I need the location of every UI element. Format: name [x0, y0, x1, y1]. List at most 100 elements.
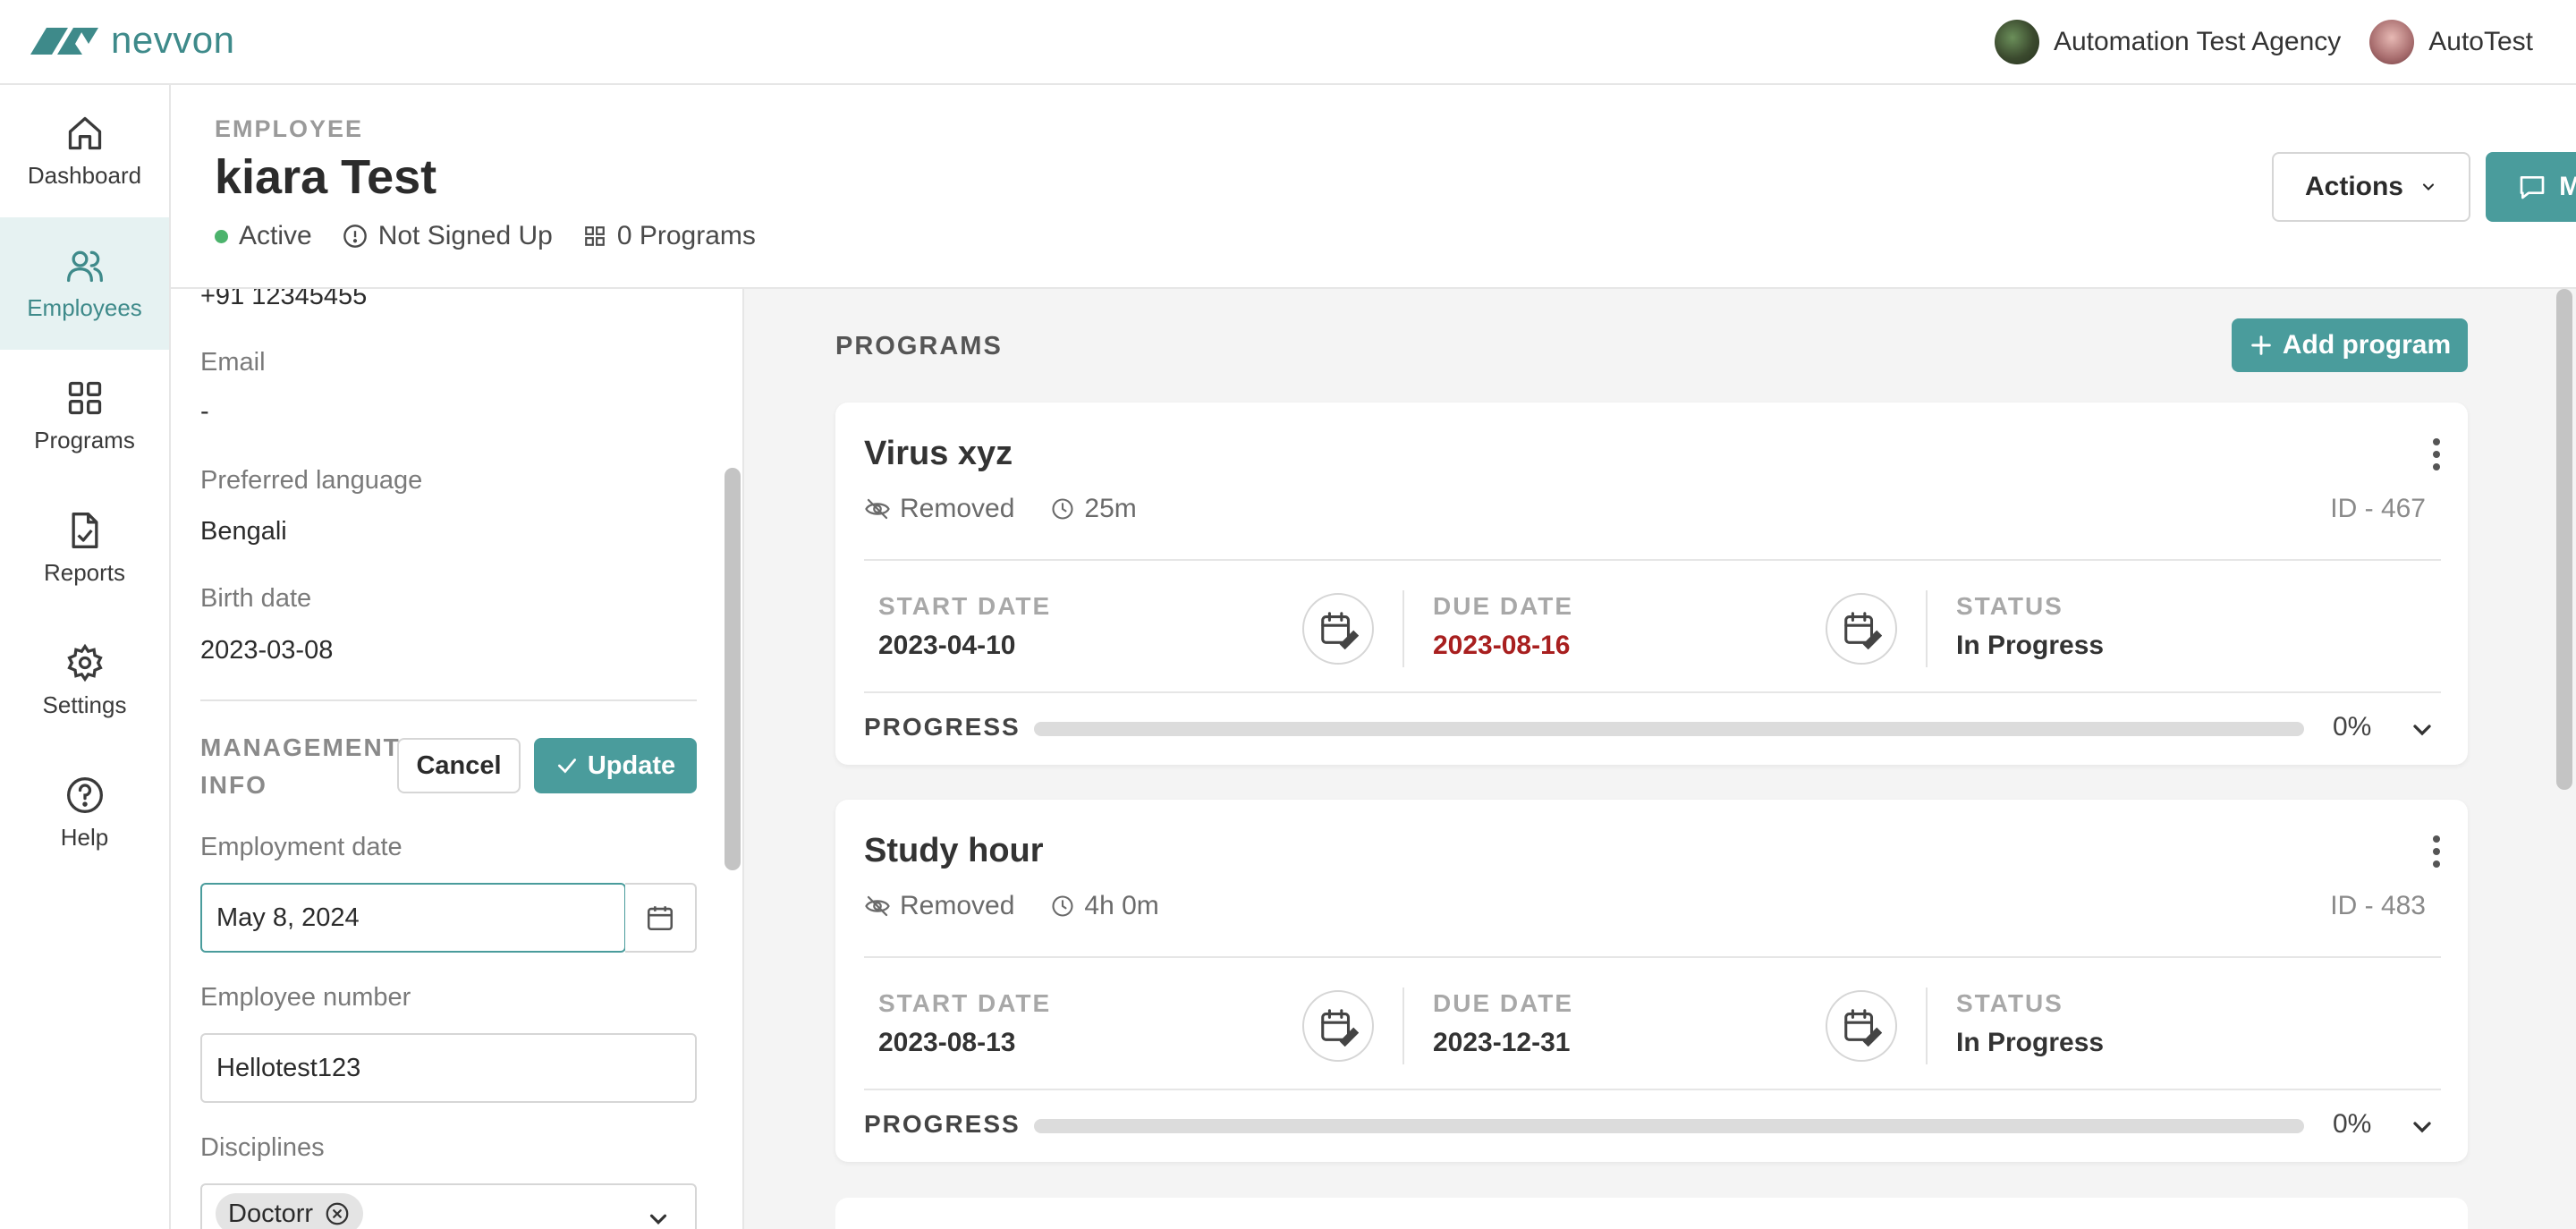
date-divider [1926, 590, 1928, 667]
programs-count-text: 0 Programs [616, 221, 756, 250]
plus-icon [2251, 335, 2271, 355]
report-icon [72, 512, 97, 548]
programs-title: PROGRAMS [835, 332, 1003, 360]
clock-icon [1052, 498, 1073, 520]
program-card: Virus xyz Removed 25m ID - 467 START DAT… [835, 403, 2468, 765]
sidebar-item-label: Help [60, 823, 109, 851]
clock-icon [1052, 895, 1073, 917]
remove-tag-icon[interactable] [324, 1200, 351, 1227]
cancel-label: Cancel [416, 750, 502, 780]
calendar-edit-icon [1844, 612, 1882, 649]
sidebar-item-programs[interactable]: Programs [0, 350, 169, 482]
program-id: ID - 483 [2330, 891, 2426, 920]
organization-name: Automation Test Agency [2053, 27, 2342, 56]
visibility-text: Removed [900, 494, 1015, 523]
employee-number-label: Employee number [200, 983, 411, 1012]
programs-scrollbar[interactable] [2556, 289, 2572, 790]
employment-date-label: Employment date [200, 833, 402, 861]
program-id: ID - 467 [2330, 494, 2426, 523]
card-divider [864, 559, 2441, 561]
employee-caption: EMPLOYEE [215, 115, 364, 142]
logo-text: nevvon [111, 19, 235, 61]
user-name: AutoTest [2428, 27, 2533, 56]
employment-date-picker-button[interactable] [625, 883, 697, 953]
update-label: Update [587, 750, 676, 780]
sidebar-item-employees[interactable]: Employees [0, 217, 169, 350]
program-duration: 25m [1050, 494, 1137, 524]
message-button[interactable]: Message [2486, 152, 2576, 222]
phone-value: +91 12345455 [200, 289, 368, 310]
sidebar-item-label: Reports [43, 558, 126, 586]
employee-status: Active [215, 221, 312, 251]
progress-label: PROGRESS [864, 713, 1021, 741]
calendar-icon [647, 906, 674, 931]
progress-percent: 0% [2333, 1109, 2372, 1139]
chevron-down-icon [2422, 183, 2435, 191]
date-divider [1926, 987, 1928, 1064]
programs-count: 0 Programs [583, 221, 756, 251]
status-label: STATUS [1956, 592, 2063, 620]
program-title: Virus xyz [864, 435, 1013, 472]
sidebar-item-dashboard[interactable]: Dashboard [0, 85, 169, 217]
sidebar-item-label: Settings [42, 691, 127, 718]
employee-name: kiara Test [215, 150, 437, 204]
sidebar: Dashboard Employees Programs Reports Set… [0, 85, 171, 1229]
start-date-value: 2023-08-13 [878, 1028, 1016, 1057]
calendar-edit-icon [1844, 1009, 1882, 1047]
info-icon [343, 225, 367, 248]
program-duration: 4h 0m [1050, 891, 1159, 921]
calendar-edit-icon [1321, 1009, 1359, 1047]
duration-text: 4h 0m [1084, 891, 1159, 920]
due-date-label: DUE DATE [1433, 592, 1574, 620]
program-more-options-icon[interactable] [2423, 832, 2450, 871]
gear-icon [66, 643, 103, 682]
program-more-options-icon[interactable] [2423, 435, 2450, 474]
expand-chevron-icon[interactable] [2408, 1113, 2436, 1141]
actions-dropdown-button[interactable]: Actions [2272, 152, 2470, 222]
progress-percent: 0% [2333, 712, 2372, 742]
start-date-value: 2023-04-10 [878, 631, 1016, 660]
grid-icon [584, 226, 605, 246]
add-program-button[interactable]: Add program [2232, 318, 2468, 372]
program-visibility: Removed [864, 891, 1014, 921]
discipline-tag-label: Doctorr [228, 1199, 314, 1228]
chevron-down-icon[interactable] [645, 1206, 672, 1229]
employee-number-input[interactable]: Hellotest123 [200, 1033, 697, 1103]
cancel-button[interactable]: Cancel [397, 738, 521, 793]
signup-status-text: Not Signed Up [377, 221, 553, 250]
program-card: Study hour Removed 4h 0m ID - 483 START … [835, 800, 2468, 1162]
status-value: In Progress [1956, 1028, 2105, 1057]
email-value: - [200, 397, 209, 426]
status-label: STATUS [1956, 989, 2063, 1017]
eye-off-icon [865, 498, 890, 520]
nevvon-logo[interactable]: nevvon [27, 19, 235, 61]
update-button[interactable]: Update [534, 738, 697, 793]
card-divider [864, 691, 2441, 693]
sidebar-item-help[interactable]: Help [0, 747, 169, 879]
active-dot-icon [215, 229, 228, 243]
edit-start-date-button[interactable] [1302, 593, 1374, 665]
due-date-value: 2023-12-31 [1433, 1028, 1571, 1057]
details-scrollbar[interactable] [724, 468, 741, 870]
employee-header: EMPLOYEE kiara Test Active Not Signed Up… [171, 85, 2576, 289]
message-icon [2520, 176, 2545, 199]
card-divider [864, 1089, 2441, 1090]
expand-chevron-icon[interactable] [2408, 716, 2436, 744]
sidebar-item-reports[interactable]: Reports [0, 482, 169, 614]
edit-due-date-button[interactable] [1826, 593, 1897, 665]
add-program-label: Add program [2282, 330, 2452, 360]
email-label: Email [200, 348, 266, 377]
sidebar-item-settings[interactable]: Settings [0, 614, 169, 747]
check-icon [557, 759, 576, 774]
sidebar-item-label: Employees [27, 293, 142, 321]
home-icon [68, 116, 101, 149]
organization-switcher[interactable]: Automation Test Agency [1994, 20, 2342, 64]
employment-date-input[interactable]: May 8, 2024 [200, 883, 626, 953]
progress-bar [1034, 1119, 2304, 1133]
message-label: Message [2559, 172, 2576, 201]
start-date-label: START DATE [878, 989, 1052, 1017]
employee-number-value: Hellotest123 [216, 1053, 361, 1082]
edit-start-date-button[interactable] [1302, 990, 1374, 1062]
edit-due-date-button[interactable] [1826, 990, 1897, 1062]
user-menu[interactable]: AutoTest [2369, 20, 2533, 64]
